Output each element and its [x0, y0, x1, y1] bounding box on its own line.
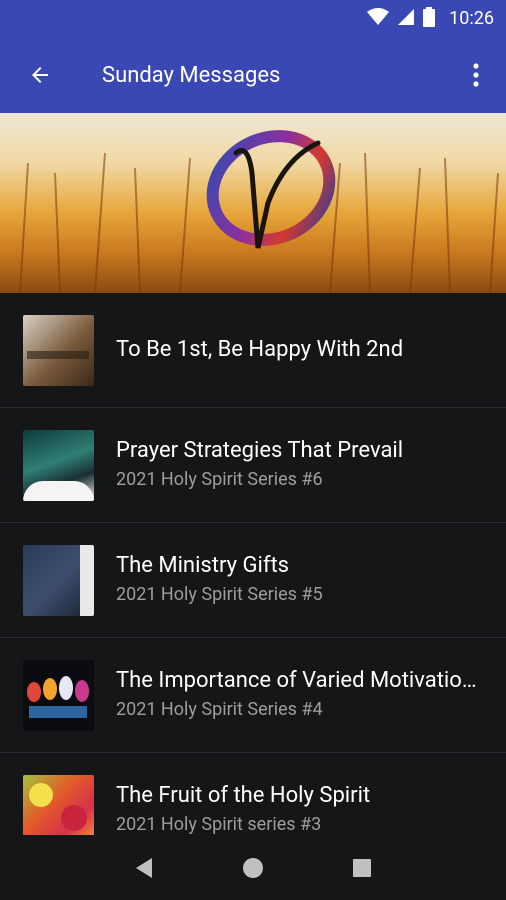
- battery-icon: [423, 6, 436, 31]
- back-arrow-icon: [32, 67, 48, 83]
- message-subtitle: 2021 Holy Spirit Series #6: [116, 469, 323, 490]
- app-bar: Sunday Messages: [0, 37, 506, 113]
- status-time: 10:26: [449, 8, 494, 29]
- message-title: Prayer Strategies That Prevail: [116, 438, 404, 463]
- list-item[interactable]: Prayer Strategies That Prevail 2021 Holy…: [0, 408, 506, 523]
- message-subtitle: 2021 Holy Spirit Series #5: [116, 584, 323, 605]
- list-item[interactable]: The Ministry Gifts 2021 Holy Spirit Seri…: [0, 523, 506, 638]
- list-item[interactable]: To Be 1st, Be Happy With 2nd: [0, 293, 506, 408]
- nav-recents-button[interactable]: [342, 848, 382, 888]
- back-button[interactable]: [0, 37, 80, 113]
- message-title: The Importance of Varied Motivations: [116, 668, 478, 693]
- header-banner: [0, 113, 506, 293]
- list-item[interactable]: The Importance of Varied Motivations 202…: [0, 638, 506, 753]
- overflow-menu-button[interactable]: [446, 37, 506, 113]
- cell-signal-icon: [397, 8, 415, 30]
- message-subtitle: 2021 Holy Spirit series #3: [116, 814, 322, 835]
- system-nav-bar: [0, 835, 506, 900]
- message-title: The Fruit of the Holy Spirit: [116, 783, 371, 808]
- more-vert-icon: [473, 63, 479, 87]
- square-recents-icon: [352, 858, 371, 877]
- message-subtitle: 2021 Holy Spirit Series #4: [116, 699, 323, 720]
- message-thumbnail: [23, 774, 94, 835]
- message-list: To Be 1st, Be Happy With 2nd Prayer Stra…: [0, 293, 506, 835]
- wheat-field-image: [19, 130, 499, 293]
- circle-home-icon: [242, 857, 263, 878]
- page-title: Sunday Messages: [102, 62, 281, 88]
- message-thumbnail: [23, 659, 94, 731]
- triangle-back-icon: [136, 857, 153, 878]
- status-bar: 10:26: [0, 0, 506, 37]
- message-thumbnail: [23, 429, 94, 501]
- nav-home-button[interactable]: [233, 848, 273, 888]
- message-thumbnail: [23, 314, 94, 386]
- message-title: The Ministry Gifts: [116, 553, 290, 578]
- wifi-icon: [367, 7, 390, 30]
- nav-back-button[interactable]: [124, 848, 164, 888]
- list-item[interactable]: The Fruit of the Holy Spirit 2021 Holy S…: [0, 753, 506, 835]
- message-title: To Be 1st, Be Happy With 2nd: [116, 337, 404, 362]
- message-thumbnail: [23, 544, 94, 616]
